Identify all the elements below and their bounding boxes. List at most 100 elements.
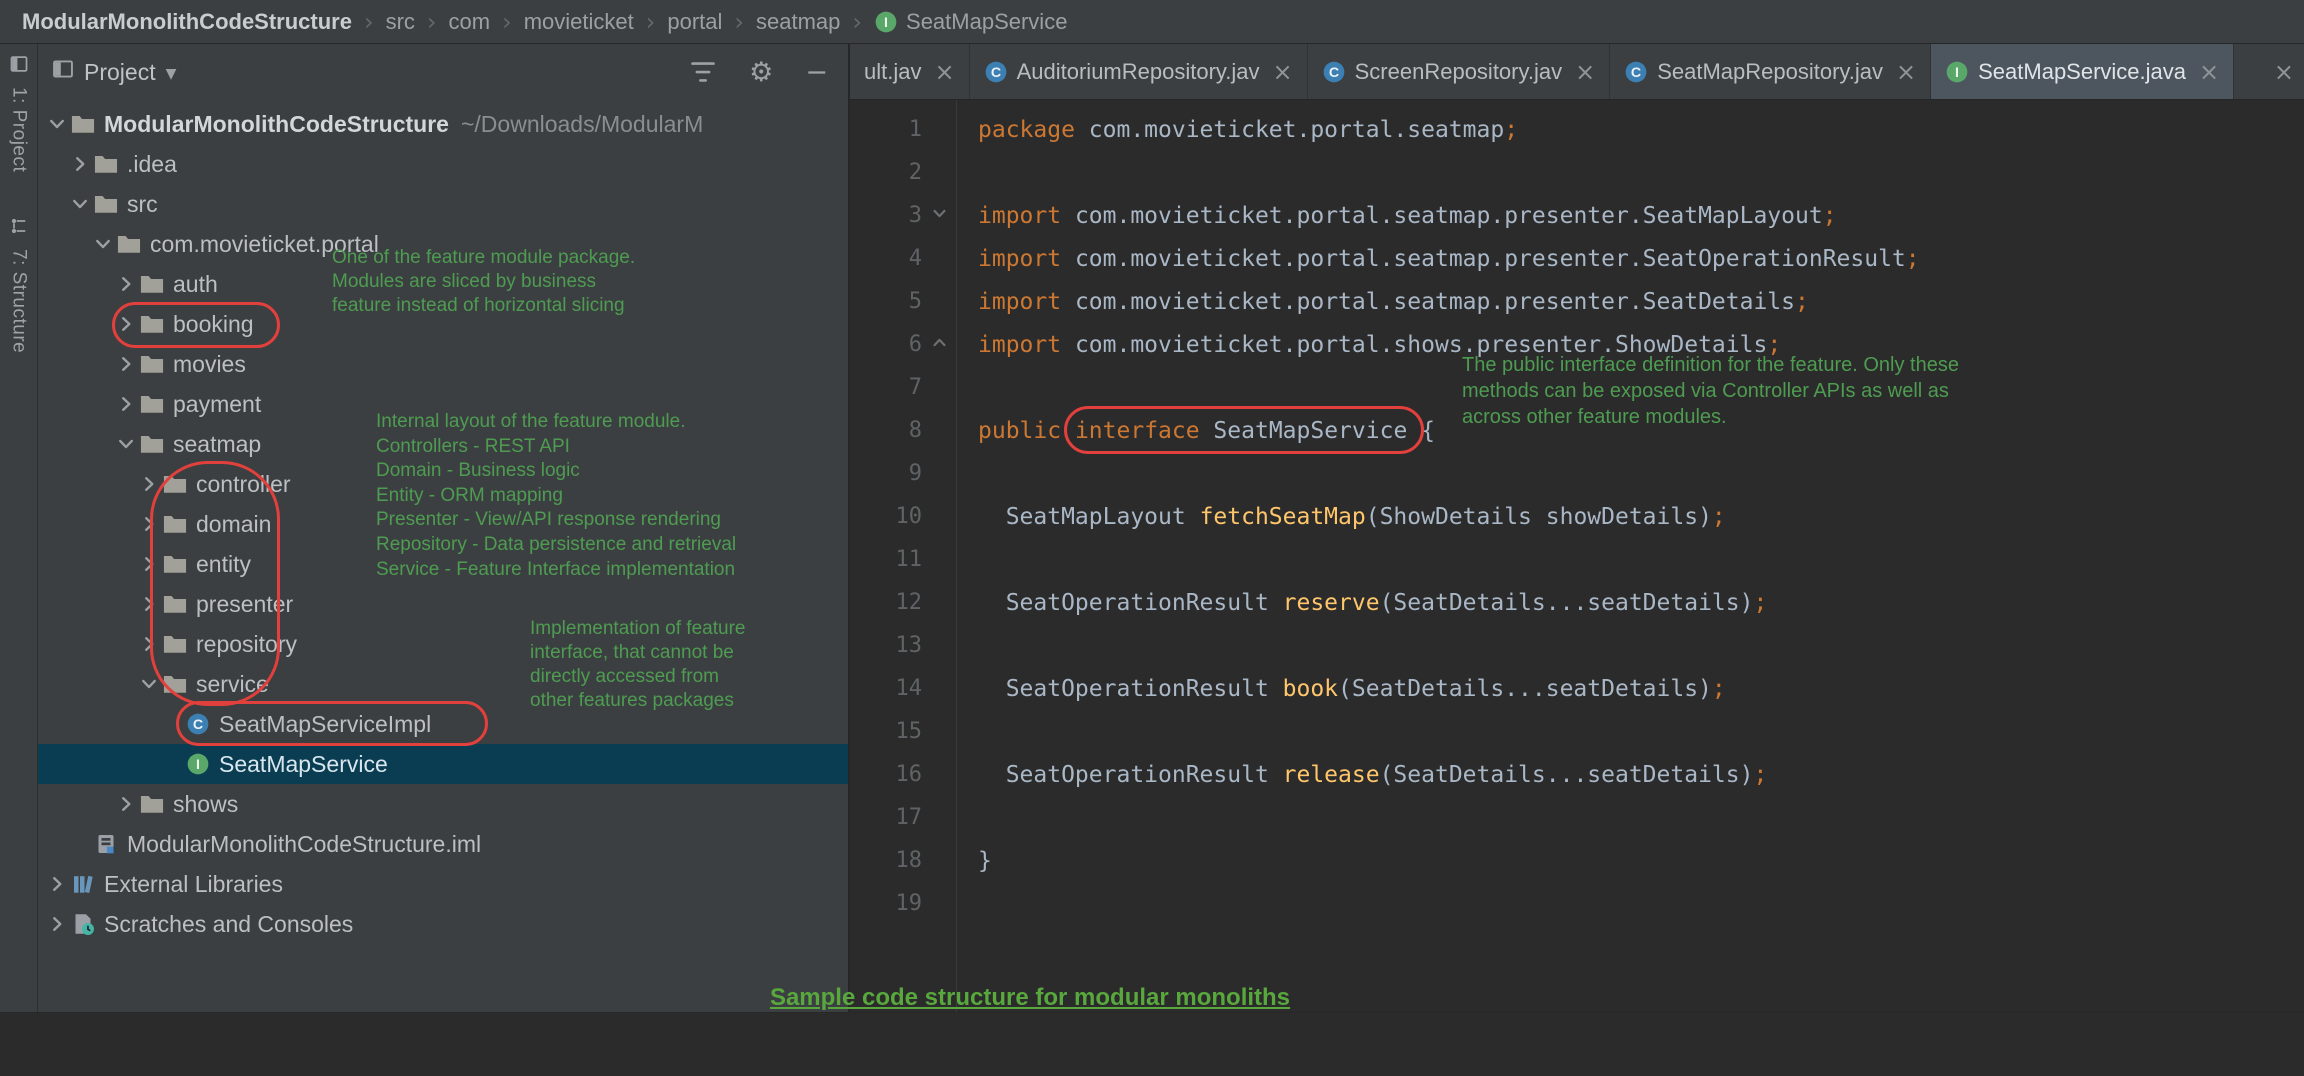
folder-icon <box>93 191 119 217</box>
chevron-right-icon[interactable] <box>115 393 137 415</box>
fold-marker-icon[interactable] <box>930 203 949 229</box>
tree-item-label: repository <box>196 631 297 658</box>
left-tool-strip: 1: Project 7: Structure <box>0 44 38 1075</box>
tree-item-modularmonolithcodestructure-iml[interactable]: ModularMonolithCodeStructure.iml <box>38 824 848 864</box>
folder-icon <box>162 631 188 657</box>
tree-item-label: presenter <box>196 591 293 618</box>
close-icon[interactable]: × <box>1575 58 1595 86</box>
code-line-19[interactable]: 19 <box>850 882 2304 925</box>
gear-icon[interactable]: ⚙ <box>749 59 773 86</box>
annotation-interface-note: The public interface definition for the … <box>1462 352 2112 430</box>
bottom-band <box>0 1012 2304 1076</box>
breadcrumb-separator-icon: › <box>364 8 374 36</box>
editor-gutter: 7 <box>850 366 956 409</box>
tree-item-idea[interactable]: .idea <box>38 144 848 184</box>
tree-item-external-libraries[interactable]: External Libraries <box>38 864 848 904</box>
tab-label: ScreenRepository.jav <box>1355 59 1562 85</box>
tab-ult-jav[interactable]: ult.jav× <box>850 44 970 99</box>
close-icon[interactable]: × <box>934 58 954 86</box>
tab-label: SeatMapService.java <box>1978 59 2186 85</box>
code-line-12[interactable]: 12 SeatOperationResult reserve(SeatDetai… <box>850 581 2304 624</box>
editor-gutter: 2 <box>850 151 956 194</box>
iml-icon <box>93 831 119 857</box>
code-line-18[interactable]: 18} <box>850 839 2304 882</box>
tree-item-label: SeatMapService <box>219 751 388 778</box>
chevron-right-icon[interactable] <box>138 633 160 655</box>
fold-marker-icon[interactable] <box>930 332 949 358</box>
line-number: 18 <box>896 848 923 873</box>
line-number: 2 <box>909 160 922 185</box>
code-line-15[interactable]: 15 <box>850 710 2304 753</box>
line-number: 15 <box>896 719 923 744</box>
close-icon[interactable]: × <box>2264 58 2304 86</box>
hide-panel-icon[interactable]: − <box>805 59 828 86</box>
tab-seatmapservice-java[interactable]: ISeatMapService.java× <box>1931 44 2234 99</box>
breadcrumb-item-seatmap[interactable]: seatmap <box>756 9 840 35</box>
chevron-right-icon[interactable] <box>138 553 160 575</box>
chevron-down-icon[interactable] <box>69 193 91 215</box>
tab-seatmaprepository-jav[interactable]: CSeatMapRepository.jav× <box>1610 44 1931 99</box>
chevron-right-icon[interactable] <box>138 473 160 495</box>
code-line-2[interactable]: 2 <box>850 151 2304 194</box>
class-icon: C <box>1322 60 1346 84</box>
tree-item-shows[interactable]: shows <box>38 784 848 824</box>
line-number: 17 <box>896 805 923 830</box>
code-line-11[interactable]: 11 <box>850 538 2304 581</box>
close-icon[interactable]: × <box>1273 58 1293 86</box>
code-text: package com.movieticket.portal.seatmap; <box>956 117 1518 143</box>
close-icon[interactable]: × <box>1896 58 1916 86</box>
tree-item-movies[interactable]: movies <box>38 344 848 384</box>
indent-spacer <box>69 833 91 855</box>
code-line-16[interactable]: 16 SeatOperationResult release(SeatDetai… <box>850 753 2304 796</box>
chevron-right-icon[interactable] <box>115 793 137 815</box>
tree-item-label: src <box>127 191 158 218</box>
editor-gutter: 10 <box>850 495 956 538</box>
tool-window-button-structure[interactable]: 7: Structure <box>8 216 30 353</box>
breadcrumb-item-com[interactable]: com <box>449 9 491 35</box>
fold-slot <box>922 332 956 358</box>
chevron-right-icon[interactable] <box>115 313 137 335</box>
tree-item-src[interactable]: src <box>38 184 848 224</box>
chevron-right-icon[interactable] <box>115 273 137 295</box>
code-line-1[interactable]: 1package com.movieticket.portal.seatmap; <box>850 108 2304 151</box>
breadcrumb-item-movieticket[interactable]: movieticket <box>524 9 634 35</box>
chevron-right-icon[interactable] <box>138 593 160 615</box>
breadcrumb-item-src[interactable]: src <box>386 9 415 35</box>
class-icon: C <box>185 711 211 737</box>
breadcrumb-item-modularmonolithcodestructure[interactable]: ModularMonolithCodeStructure <box>22 9 352 35</box>
code-line-10[interactable]: 10 SeatMapLayout fetchSeatMap(ShowDetail… <box>850 495 2304 538</box>
breadcrumb-item-seatmapservice[interactable]: SeatMapService <box>906 9 1067 35</box>
close-icon[interactable]: × <box>2199 58 2219 86</box>
chevron-right-icon[interactable] <box>138 513 160 535</box>
code-line-14[interactable]: 14 SeatOperationResult book(SeatDetails.… <box>850 667 2304 710</box>
editor-gutter: 18 <box>850 839 956 882</box>
chevron-down-icon[interactable] <box>46 113 68 135</box>
tool-window-label: 1: Project <box>8 87 30 172</box>
code-line-13[interactable]: 13 <box>850 624 2304 667</box>
chevron-down-icon[interactable] <box>115 433 137 455</box>
chevron-right-icon[interactable] <box>46 873 68 895</box>
chevron-right-icon[interactable] <box>46 913 68 935</box>
code-area: 1package com.movieticket.portal.seatmap;… <box>850 108 2304 925</box>
panel-title[interactable]: Project <box>84 59 156 86</box>
tab-auditoriumrepository-jav[interactable]: CAuditoriumRepository.jav× <box>970 44 1308 99</box>
tree-item-modularmonolithcodestructure[interactable]: ModularMonolithCodeStructure~/Downloads/… <box>38 104 848 144</box>
chevron-down-icon[interactable] <box>92 233 114 255</box>
chevron-right-icon[interactable] <box>115 353 137 375</box>
tab-screenrepository-jav[interactable]: C ScreenRepository.jav × <box>1308 44 1611 99</box>
code-line-5[interactable]: 5import com.movieticket.portal.seatmap.p… <box>850 280 2304 323</box>
code-line-4[interactable]: 4import com.movieticket.portal.seatmap.p… <box>850 237 2304 280</box>
breadcrumb-item-portal[interactable]: portal <box>667 9 722 35</box>
chevron-right-icon[interactable] <box>69 153 91 175</box>
tree-item-label: payment <box>173 391 261 418</box>
tree-item-seatmapservice[interactable]: ISeatMapService <box>38 744 848 784</box>
editor[interactable]: 1package com.movieticket.portal.seatmap;… <box>850 100 2304 1075</box>
code-line-9[interactable]: 9 <box>850 452 2304 495</box>
code-line-3[interactable]: 3import com.movieticket.portal.seatmap.p… <box>850 194 2304 237</box>
chevron-down-icon[interactable] <box>138 673 160 695</box>
collapse-all-icon[interactable] <box>689 58 717 86</box>
chevron-down-icon[interactable]: ▼ <box>166 66 177 82</box>
tree-item-scratches-and-consoles[interactable]: Scratches and Consoles <box>38 904 848 944</box>
tool-window-button-project[interactable]: 1: Project <box>8 54 30 172</box>
code-line-17[interactable]: 17 <box>850 796 2304 839</box>
